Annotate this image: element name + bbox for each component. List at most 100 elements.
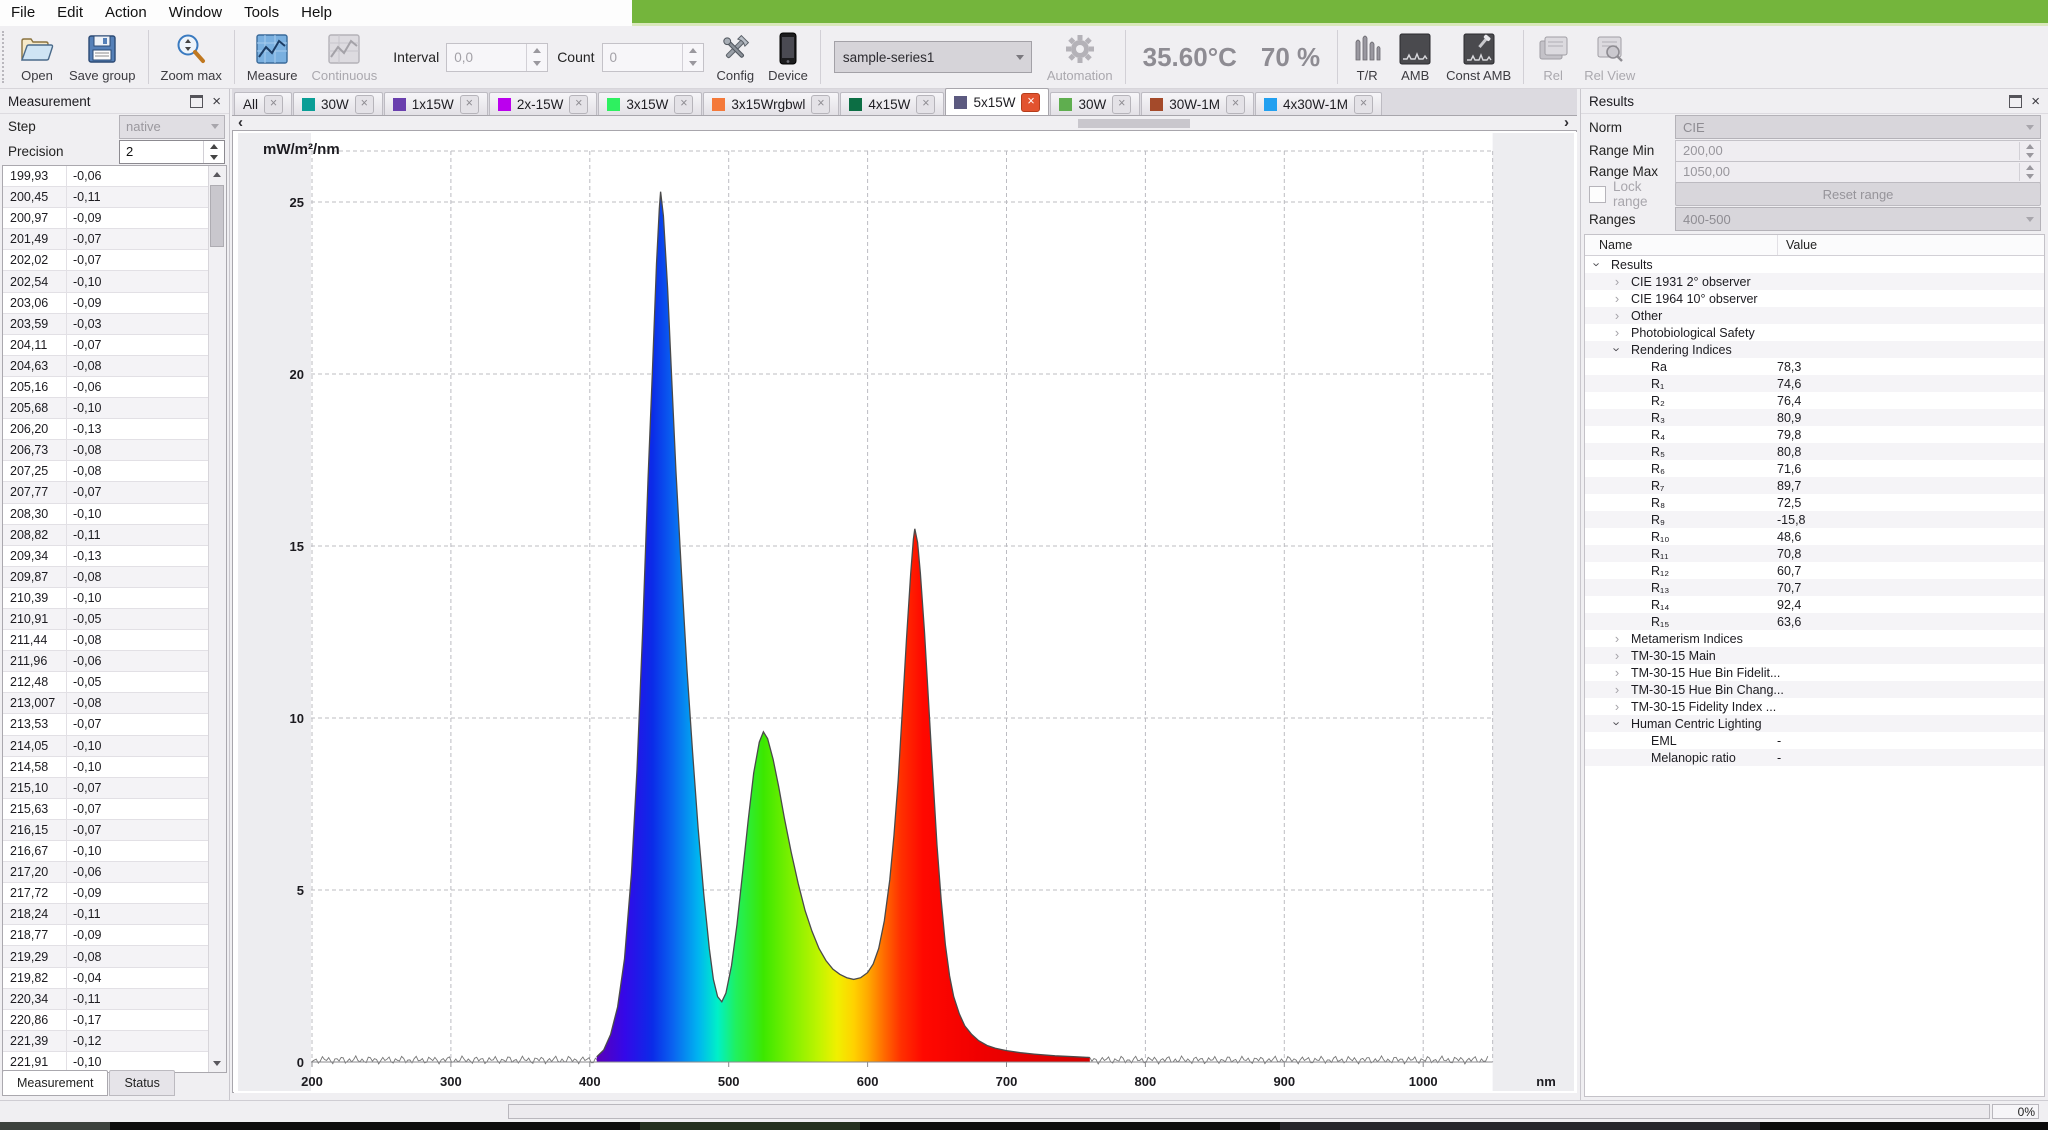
range-min-value: 200,00: [1676, 143, 1723, 158]
tree-node-value: 78,3: [1777, 360, 1801, 374]
combobox-arrow-icon: [2020, 217, 2040, 222]
tree-row-melanopic-ratio[interactable]: Melanopic ratio-: [1585, 749, 2044, 766]
tree-row-r-[interactable]: R₁₅63,6: [1585, 613, 2044, 630]
progress-percent: 0%: [1992, 1104, 2039, 1119]
results-panel-title: Results: [1581, 94, 2009, 109]
tree-row-r-[interactable]: R₄79,8: [1585, 426, 2044, 443]
tree-node-value: 80,9: [1777, 411, 1801, 425]
reset-range-button[interactable]: Reset range: [1675, 182, 2041, 206]
results-panel: Results × Norm CIE Range Min 200,00 Rang…: [1580, 89, 2048, 1100]
dataset-tab-5x15w[interactable]: 5x15W×: [945, 88, 1049, 115]
tree-row-metamerism-indices[interactable]: ›Metamerism Indices: [1585, 630, 2044, 647]
tree-row-r-[interactable]: R₂76,4: [1585, 392, 2044, 409]
tree-node-value: 92,4: [1777, 598, 1801, 612]
tree-node-label: EML: [1651, 734, 1677, 748]
tree-node-value: 70,7: [1777, 581, 1801, 595]
range-min-spinners[interactable]: [2019, 142, 2040, 160]
tree-row-results[interactable]: ›Results: [1585, 256, 2044, 273]
tree-node-label: R₃: [1651, 411, 1665, 425]
svg-text:25: 25: [290, 195, 304, 210]
expand-icon[interactable]: ›: [1611, 682, 1623, 697]
tree-row-r-[interactable]: R₅80,8: [1585, 443, 2044, 460]
float-panel-icon[interactable]: [2009, 95, 2022, 108]
combobox-arrow-icon: [2020, 125, 2040, 130]
ranges-value: 400-500: [1676, 212, 1731, 227]
tree-row-cie-1931-2-observer[interactable]: ›CIE 1931 2° observer: [1585, 273, 2044, 290]
tab-close-icon[interactable]: ×: [1021, 93, 1040, 112]
tree-node-label: R₉: [1651, 513, 1665, 527]
name-column-header[interactable]: Name: [1585, 235, 1778, 255]
tree-row-r-[interactable]: R₆71,6: [1585, 460, 2044, 477]
svg-text:5: 5: [297, 883, 304, 898]
collapse-icon[interactable]: ›: [1590, 259, 1605, 271]
ranges-combobox[interactable]: 400-500: [1675, 207, 2041, 231]
tree-row-photobiological-safety[interactable]: ›Photobiological Safety: [1585, 324, 2044, 341]
tree-row-tm-30-15-hue-bin-chang-[interactable]: ›TM-30-15 Hue Bin Chang...: [1585, 681, 2044, 698]
tree-node-value: 74,6: [1777, 377, 1801, 391]
series-color-swatch: [954, 96, 967, 109]
tree-node-value: 70,8: [1777, 547, 1801, 561]
expand-icon[interactable]: ›: [1611, 648, 1623, 663]
tree-row-r-[interactable]: R₉-15,8: [1585, 511, 2044, 528]
tree-node-label: R₁₅: [1651, 615, 1669, 629]
tree-row-r-[interactable]: R₁₃ 70,7: [1585, 579, 2044, 596]
expand-icon[interactable]: ›: [1611, 631, 1623, 646]
expand-icon[interactable]: ›: [1611, 699, 1623, 714]
expand-icon[interactable]: ›: [1611, 665, 1623, 680]
tree-row-tm-30-15-fidelity-index-[interactable]: ›TM-30-15 Fidelity Index ...: [1585, 698, 2044, 715]
lock-range-checkbox[interactable]: [1589, 186, 1606, 203]
tree-node-label: Ra: [1651, 360, 1667, 374]
svg-text:15: 15: [290, 539, 304, 554]
tree-row-r-[interactable]: R₁₁70,8: [1585, 545, 2044, 562]
tree-node-label: R₁₃: [1651, 581, 1669, 595]
tree-row-r-[interactable]: R₈72,5: [1585, 494, 2044, 511]
norm-combobox[interactable]: CIE: [1675, 115, 2041, 139]
expand-icon[interactable]: ›: [1611, 291, 1623, 306]
tree-row-r-[interactable]: R₃ 80,9: [1585, 409, 2044, 426]
tree-node-value: 79,8: [1777, 428, 1801, 442]
value-column-header[interactable]: Value: [1778, 235, 2044, 255]
tree-row-tm-30-15-hue-bin-fidelit-[interactable]: ›TM-30-15 Hue Bin Fidelit...: [1585, 664, 2044, 681]
range-max-spinbox[interactable]: 1050,00: [1675, 161, 2041, 183]
tree-row-r-[interactable]: R₇89,7: [1585, 477, 2044, 494]
expand-icon[interactable]: ›: [1611, 325, 1623, 340]
tree-row-human-centric-lighting[interactable]: ›Human Centric Lighting: [1585, 715, 2044, 732]
lock-range-label: Lock range: [1613, 179, 1675, 209]
tree-row-rendering-indices[interactable]: ›Rendering Indices: [1585, 341, 2044, 358]
svg-text:1000: 1000: [1409, 1074, 1438, 1089]
range-min-spinbox[interactable]: 200,00: [1675, 140, 2041, 162]
tree-row-eml[interactable]: EML -: [1585, 732, 2044, 749]
tree-row-ra[interactable]: Ra 78,3: [1585, 358, 2044, 375]
expand-icon[interactable]: ›: [1611, 308, 1623, 323]
tree-node-label: R₂: [1651, 394, 1665, 408]
collapse-icon[interactable]: ›: [1610, 344, 1625, 356]
tree-node-value: 72,5: [1777, 496, 1801, 510]
svg-text:10: 10: [290, 711, 304, 726]
tree-row-cie-1964-10-observer[interactable]: ›CIE 1964 10° observer: [1585, 290, 2044, 307]
close-panel-icon[interactable]: ×: [2031, 94, 2040, 109]
tree-node-label: R₁₄: [1651, 598, 1669, 612]
range-max-spinners[interactable]: [2019, 163, 2040, 181]
range-max-label: Range Max: [1589, 164, 1675, 179]
expand-icon[interactable]: ›: [1611, 274, 1623, 289]
reset-range-label: Reset range: [1823, 187, 1894, 202]
tree-row-r-[interactable]: R₁₂60,7: [1585, 562, 2044, 579]
tree-row-tm-30-15-main[interactable]: ›TM-30-15 Main: [1585, 647, 2044, 664]
tree-node-value: -: [1777, 734, 1781, 748]
application-window: FileEditActionWindowToolsHelp Open Save …: [0, 0, 2048, 1130]
tree-node-value: 71,6: [1777, 462, 1801, 476]
lock-reset-row: Lock range Reset range: [1581, 182, 2048, 206]
collapse-icon[interactable]: ›: [1610, 718, 1625, 730]
norm-row: Norm CIE: [1581, 114, 2048, 140]
tree-row-r-[interactable]: R₁₀48,6: [1585, 528, 2044, 545]
tree-node-value: 48,6: [1777, 530, 1801, 544]
tree-row-r-[interactable]: R₁₄ 92,4: [1585, 596, 2044, 613]
tree-node-label: R₁: [1651, 377, 1664, 391]
progress-bar: [508, 1104, 1990, 1119]
spectrum-chart-panel[interactable]: 05101520252003004005006007008009001000nm…: [232, 130, 1577, 1093]
tree-node-value: 89,7: [1777, 479, 1801, 493]
tree-row-other[interactable]: ›Other: [1585, 307, 2044, 324]
tree-node-label: R₁₂: [1651, 564, 1669, 578]
results-table: Name Value ›Results›CIE 1931 2° observer…: [1584, 234, 2045, 1097]
tree-row-r-[interactable]: R₁ 74,6: [1585, 375, 2044, 392]
